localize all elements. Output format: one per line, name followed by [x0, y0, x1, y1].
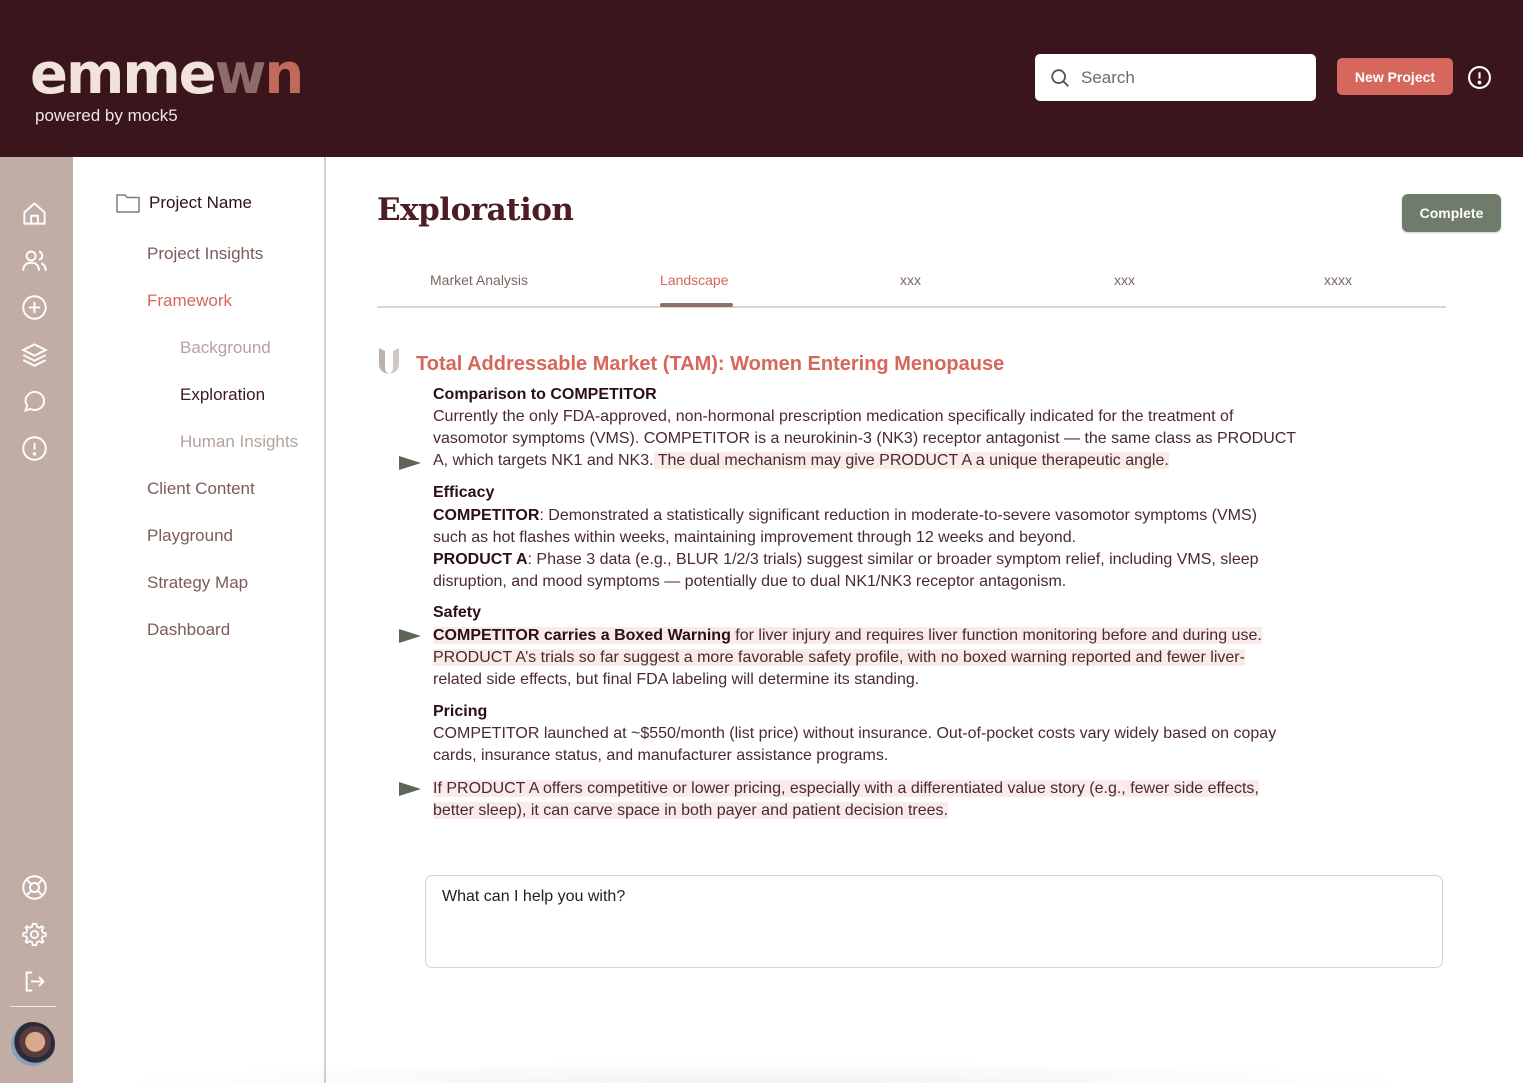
users-icon[interactable]: [21, 247, 48, 274]
comparison-line-3: A, which targets NK1 and NK3. The dual m…: [433, 450, 1343, 472]
nav-dashboard[interactable]: Dashboard: [147, 620, 230, 640]
nav-strategy-map[interactable]: Strategy Map: [147, 573, 248, 593]
alert-circle-icon[interactable]: [21, 435, 48, 462]
tab-xxx-2[interactable]: xxx: [1114, 272, 1135, 288]
efficacy-product-label: PRODUCT A: [433, 551, 528, 568]
efficacy-heading: Efficacy: [433, 484, 495, 501]
logo-text: emme: [30, 42, 217, 107]
home-icon[interactable]: [21, 200, 48, 227]
logout-icon[interactable]: [21, 968, 48, 995]
user-avatar[interactable]: [11, 1022, 55, 1066]
flag-marker-icon[interactable]: [399, 782, 421, 796]
tab-xxxx[interactable]: xxxx: [1324, 272, 1352, 288]
tab-bar: Market Analysis Landscape xxx xxx xxxx: [377, 262, 1446, 308]
safety-text-1: for liver injury and requires liver func…: [730, 627, 1262, 644]
powered-by-text: powered by mock5: [35, 106, 178, 125]
safety-paragraph: COMPETITOR carries a Boxed Warning for l…: [433, 625, 1343, 691]
project-nav: Project Name Project Insights Framework …: [73, 157, 326, 1083]
plus-circle-icon[interactable]: [21, 294, 48, 321]
folder-icon: [116, 194, 140, 213]
pricing-paragraph: COMPETITOR launched at ~$550/month (list…: [433, 723, 1343, 767]
safety-boxed-warning: COMPETITOR carries a Boxed Warning: [433, 627, 731, 644]
efficacy-product-text-2: disruption, and mood symptoms — potentia…: [433, 573, 1067, 590]
search-input[interactable]: [1081, 67, 1301, 88]
bottom-fade: [100, 1060, 1430, 1083]
pricing-highlight-paragraph: If PRODUCT A offers competitive or lower…: [433, 778, 1343, 822]
search-icon: [1051, 68, 1069, 87]
tab-xxx-1[interactable]: xxx: [900, 272, 921, 288]
comparison-line-1: Currently the only FDA-approved, non-hor…: [433, 408, 1234, 425]
safety-line-1: COMPETITOR carries a Boxed Warning for l…: [433, 625, 1343, 647]
chat-input[interactable]: What can I help you with?: [425, 875, 1443, 968]
nav-playground[interactable]: Playground: [147, 526, 233, 546]
efficacy-competitor-label: COMPETITOR: [433, 507, 540, 524]
pricing-text-2: cards, insurance status, and manufacture…: [433, 747, 889, 764]
project-name-label: Project Name: [149, 193, 252, 212]
flag-marker-icon[interactable]: [399, 629, 421, 643]
pricing-highlight-line-2: better sleep), it can carve space in bot…: [433, 800, 1343, 822]
pricing-highlight-line-1: If PRODUCT A offers competitive or lower…: [433, 778, 1343, 800]
tam-heading: Total Addressable Market (TAM): Women En…: [416, 353, 1005, 375]
nav-framework[interactable]: Framework: [147, 291, 232, 311]
efficacy-product-line: PRODUCT A: Phase 3 data (e.g., BLUR 1/2/…: [433, 549, 1343, 571]
nav-client-content[interactable]: Client Content: [147, 479, 255, 499]
app-logo[interactable]: emmewn: [30, 42, 304, 107]
flag-marker-icon[interactable]: [399, 456, 421, 470]
alert-icon[interactable]: [1467, 65, 1492, 90]
shield-logo-icon: [379, 348, 399, 374]
logo-accent-w: w: [214, 42, 267, 107]
safety-line-1-highlight: COMPETITOR carries a Boxed Warning for l…: [433, 627, 1262, 644]
page-title: Exploration: [377, 192, 574, 228]
safety-line-2: PRODUCT A’s trials so far suggest a more…: [433, 647, 1343, 669]
efficacy-competitor-line: COMPETITOR: Demonstrated a statistically…: [433, 505, 1343, 527]
complete-button[interactable]: Complete: [1402, 194, 1501, 232]
nav-project-insights[interactable]: Project Insights: [147, 244, 263, 264]
pricing-highlight-1: If PRODUCT A offers competitive or lower…: [433, 780, 1259, 797]
pricing-text-1: COMPETITOR launched at ~$550/month (list…: [433, 725, 1277, 742]
layers-icon[interactable]: [21, 341, 48, 368]
safety-text-2: PRODUCT A’s trials so far suggest a more…: [433, 649, 1245, 666]
safety-text-3: related side effects, but final FDA labe…: [433, 671, 920, 688]
efficacy-paragraph: COMPETITOR: Demonstrated a statistically…: [433, 505, 1343, 593]
safety-heading: Safety: [433, 604, 482, 621]
comparison-paragraph: Currently the only FDA-approved, non-hor…: [433, 406, 1343, 472]
comparison-heading: Comparison to COMPETITOR: [433, 386, 657, 403]
nav-background[interactable]: Background: [180, 338, 271, 358]
efficacy-competitor-text-1: : Demonstrated a statistically significa…: [539, 507, 1257, 524]
search-box[interactable]: [1035, 54, 1316, 101]
tab-market-analysis[interactable]: Market Analysis: [430, 272, 528, 288]
comparison-line-2: vasomotor symptoms (VMS). COMPETITOR is …: [433, 430, 1297, 447]
help-lifebuoy-icon[interactable]: [21, 874, 48, 901]
efficacy-competitor-text-2: such as hot flashes within weeks, mainta…: [433, 529, 1077, 546]
new-project-button[interactable]: New Project: [1337, 58, 1453, 95]
nav-exploration[interactable]: Exploration: [180, 385, 265, 405]
efficacy-product-text-1: : Phase 3 data (e.g., BLUR 1/2/3 trials)…: [527, 551, 1259, 568]
comparison-highlight: The dual mechanism may give PRODUCT A a …: [653, 452, 1169, 469]
comparison-line-3a: A, which targets NK1 and NK3.: [433, 452, 654, 469]
icon-rail: [0, 157, 73, 1083]
active-tab-indicator: [660, 303, 733, 307]
top-header: emmewn powered by mock5 New Project: [0, 0, 1523, 157]
settings-icon[interactable]: [21, 921, 48, 948]
pricing-highlight-2: better sleep), it can carve space in bot…: [433, 802, 948, 819]
tab-landscape[interactable]: Landscape: [660, 272, 729, 288]
project-name-row[interactable]: Project Name: [116, 192, 252, 214]
rail-divider: [10, 1006, 56, 1007]
logo-accent-n: n: [264, 42, 304, 107]
nav-human-insights[interactable]: Human Insights: [180, 432, 298, 452]
pricing-heading: Pricing: [433, 703, 488, 720]
chat-icon[interactable]: [21, 388, 48, 415]
